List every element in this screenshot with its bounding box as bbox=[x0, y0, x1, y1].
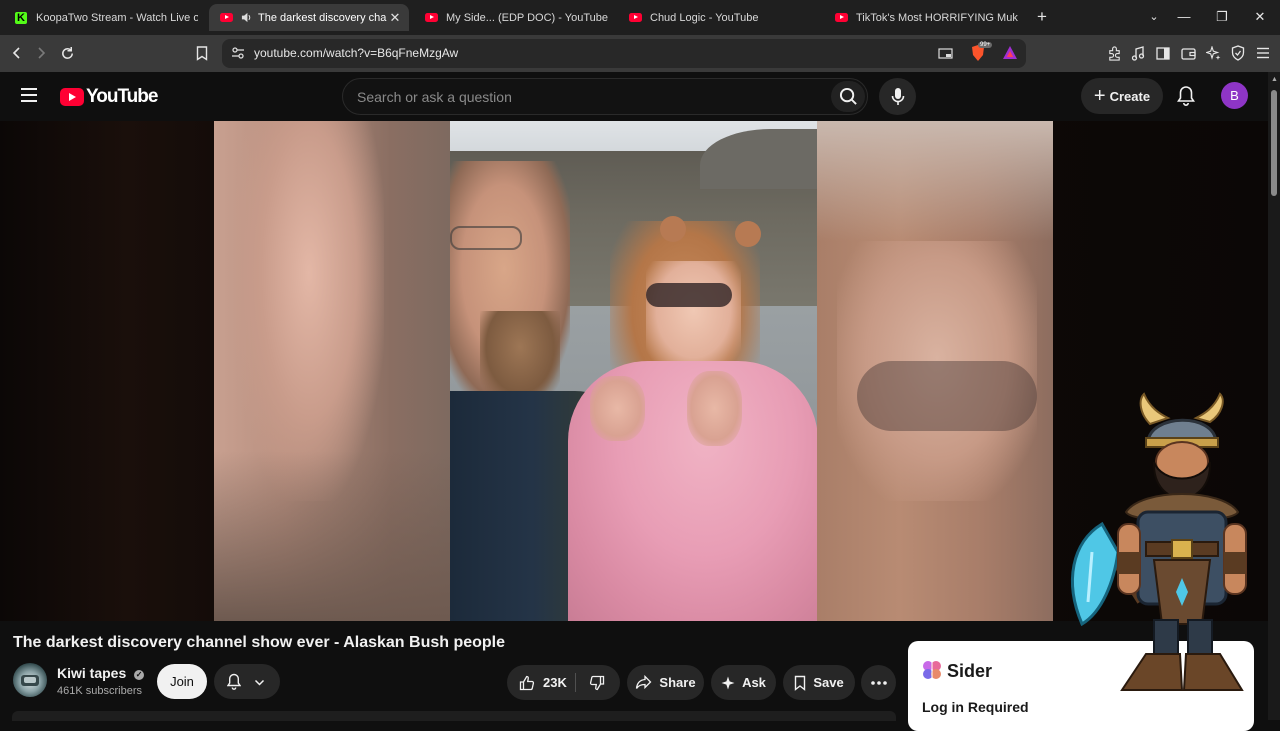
search-box[interactable]: Search or ask a question bbox=[342, 78, 868, 115]
video-title: The darkest discovery channel show ever … bbox=[13, 634, 506, 651]
tab-title: My Side... (EDP DOC) - YouTube bbox=[446, 11, 608, 24]
vpn-shield-icon[interactable] bbox=[1226, 41, 1250, 65]
minimize-icon[interactable]: — bbox=[1172, 6, 1196, 28]
forward-icon[interactable] bbox=[29, 41, 53, 65]
tab-title: TikTok's Most HORRIFYING Mukbang bbox=[856, 11, 1018, 24]
video-blur-right bbox=[817, 121, 1053, 621]
channel-name[interactable]: Kiwi tapes bbox=[57, 665, 126, 681]
close-tab-icon[interactable]: ✕ bbox=[387, 10, 403, 26]
voice-search-button[interactable] bbox=[879, 78, 916, 115]
tab-title: KoopaTwo Stream - Watch Live o bbox=[36, 11, 198, 24]
maximize-icon[interactable]: ❐ bbox=[1210, 6, 1234, 28]
youtube-icon bbox=[628, 11, 642, 25]
site-settings-icon[interactable] bbox=[231, 46, 245, 65]
viking-mascot-illustration bbox=[1071, 392, 1247, 691]
sider-brain-logo-icon bbox=[922, 660, 942, 685]
wallet-icon[interactable] bbox=[1176, 41, 1200, 65]
bookmark-icon[interactable] bbox=[190, 41, 214, 65]
cast-icon[interactable] bbox=[938, 47, 953, 65]
browser-menu-icon[interactable] bbox=[1251, 41, 1275, 65]
thumbs-up-icon bbox=[519, 675, 535, 691]
sparkle-icon bbox=[721, 676, 735, 690]
youtube-logo-text: YouTube bbox=[86, 86, 158, 107]
browser-toolbar: youtube.com/watch?v=B6qFneMzgAw 99+ bbox=[0, 35, 1280, 72]
tab-chud-logic[interactable]: Chud Logic - YouTube bbox=[622, 4, 818, 31]
page-scrollbar[interactable]: ▲ bbox=[1268, 72, 1280, 720]
more-horizontal-icon bbox=[870, 680, 887, 685]
plus-icon: + bbox=[1093, 85, 1106, 107]
like-dislike-group: 23K bbox=[507, 665, 620, 700]
tab-active-video[interactable]: The darkest discovery channe ✕ bbox=[209, 4, 409, 31]
channel-avatar[interactable] bbox=[13, 663, 47, 697]
tab-search-chevron-icon[interactable]: ⌄ bbox=[1142, 6, 1166, 28]
window-close-icon[interactable]: ✕ bbox=[1248, 6, 1272, 28]
tab-title: Chud Logic - YouTube bbox=[650, 11, 759, 24]
share-button[interactable]: Share bbox=[627, 665, 704, 700]
guide-menu-icon[interactable] bbox=[20, 87, 38, 108]
ask-button[interactable]: Ask bbox=[711, 665, 776, 700]
share-arrow-icon bbox=[635, 675, 652, 690]
like-dislike-divider bbox=[575, 673, 576, 692]
tab-my-side[interactable]: My Side... (EDP DOC) - YouTube bbox=[418, 4, 614, 31]
tab-kick-stream[interactable]: K KoopaTwo Stream - Watch Live o bbox=[8, 4, 204, 31]
tab-tiktok-mukbang[interactable]: TikTok's Most HORRIFYING Mukbang bbox=[828, 4, 1024, 31]
notifications-bell-icon[interactable] bbox=[1177, 85, 1195, 111]
create-label: Create bbox=[1109, 88, 1151, 104]
media-music-icon[interactable] bbox=[1126, 41, 1150, 65]
subscriber-count: 461K subscribers bbox=[57, 685, 142, 697]
brave-rewards-icon[interactable] bbox=[1002, 45, 1018, 66]
video-frame bbox=[450, 121, 817, 621]
browser-tab-strip: K KoopaTwo Stream - Watch Live o The dar… bbox=[0, 0, 1280, 35]
save-bookmark-icon bbox=[794, 675, 806, 691]
address-bar[interactable]: youtube.com/watch?v=B6qFneMzgAw 99+ bbox=[222, 39, 1026, 68]
share-label: Share bbox=[659, 675, 696, 690]
leo-ai-icon[interactable] bbox=[1201, 41, 1225, 65]
url-text: youtube.com/watch?v=B6qFneMzgAw bbox=[254, 46, 459, 60]
back-icon[interactable] bbox=[5, 41, 29, 65]
scrollbar-thumb[interactable] bbox=[1271, 90, 1277, 196]
search-icon bbox=[839, 87, 858, 106]
new-tab-icon[interactable]: + bbox=[1030, 6, 1054, 28]
shields-badge: 99+ bbox=[978, 42, 993, 48]
youtube-icon bbox=[834, 11, 848, 25]
youtube-header: YouTube Search or ask a question + Creat… bbox=[0, 72, 1268, 121]
verified-badge-icon: ✓ bbox=[134, 670, 145, 680]
sider-login-text: Log in Required bbox=[922, 699, 1029, 715]
youtube-icon bbox=[219, 11, 233, 25]
chevron-down-icon bbox=[254, 675, 265, 693]
channel-name-row[interactable]: Kiwi tapes ✓ bbox=[57, 665, 145, 681]
more-actions-button[interactable] bbox=[861, 665, 896, 700]
like-button[interactable]: 23K bbox=[519, 675, 567, 691]
tab-title: The darkest discovery channe bbox=[258, 11, 387, 24]
join-button[interactable]: Join bbox=[157, 664, 207, 699]
sider-title: Sider bbox=[947, 661, 993, 681]
reload-icon[interactable] bbox=[55, 41, 79, 65]
youtube-icon bbox=[424, 11, 438, 25]
ask-label: Ask bbox=[742, 675, 766, 690]
extensions-icon[interactable] bbox=[1102, 41, 1126, 65]
bell-icon bbox=[226, 673, 242, 695]
create-button[interactable]: + Create bbox=[1081, 78, 1163, 114]
brave-shields-icon[interactable]: 99+ bbox=[970, 42, 993, 62]
dislike-button[interactable] bbox=[589, 675, 605, 691]
speaker-icon[interactable] bbox=[241, 12, 252, 23]
youtube-play-icon bbox=[60, 88, 84, 106]
subscription-notifications-button[interactable] bbox=[214, 664, 280, 699]
scroll-up-arrow-icon[interactable]: ▲ bbox=[1271, 76, 1278, 83]
search-input[interactable]: Search or ask a question bbox=[357, 89, 512, 105]
like-count: 23K bbox=[543, 675, 567, 690]
kick-icon: K bbox=[14, 11, 28, 25]
viking-mascot-widget[interactable] bbox=[1062, 392, 1267, 692]
search-button[interactable] bbox=[831, 81, 865, 112]
video-blur-left bbox=[214, 121, 450, 621]
sidebar-icon[interactable] bbox=[1151, 41, 1175, 65]
thumbs-down-icon bbox=[589, 675, 605, 691]
save-label: Save bbox=[813, 675, 844, 690]
account-avatar[interactable]: B bbox=[1221, 82, 1248, 109]
save-button[interactable]: Save bbox=[783, 665, 855, 700]
youtube-logo[interactable]: YouTube bbox=[60, 86, 158, 108]
microphone-icon bbox=[891, 87, 905, 106]
